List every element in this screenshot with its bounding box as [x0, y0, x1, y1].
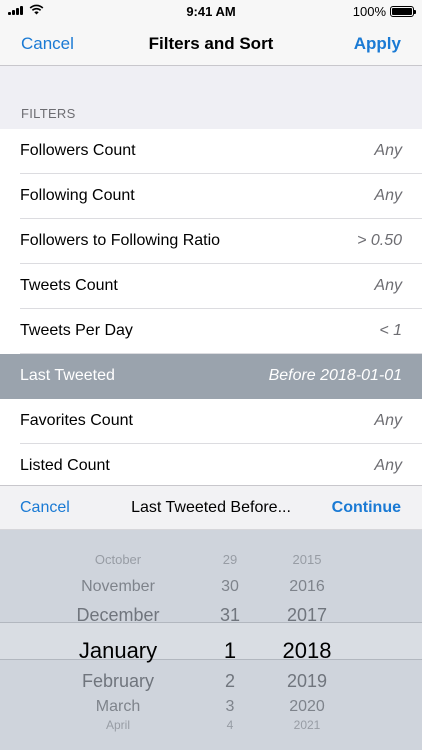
picker-month-option[interactable]: February [58, 671, 178, 692]
filter-label: Following Count [20, 187, 135, 204]
picker-month-option[interactable]: March [58, 698, 178, 716]
picker-toolbar: Cancel Last Tweeted Before... Continue [0, 485, 422, 530]
filter-value: Any [374, 277, 402, 294]
status-bar: 9:41 AM 100% [0, 0, 422, 22]
picker-year-option[interactable]: 2017 [272, 605, 342, 626]
filter-row-following-count[interactable]: Following Count Any [0, 174, 422, 219]
picker-day-option[interactable]: 4 [200, 718, 260, 732]
filter-label: Tweets Per Day [20, 322, 133, 339]
filter-label: Listed Count [20, 457, 110, 474]
month-wheel[interactable]: October November December January Februa… [58, 530, 178, 750]
filter-row-followers-following-ratio[interactable]: Followers to Following Ratio > 0.50 [0, 219, 422, 264]
filter-label: Last Tweeted [20, 367, 115, 384]
picker-year-option[interactable]: 2020 [272, 698, 342, 716]
filter-label: Favorites Count [20, 412, 133, 429]
picker-day-selected[interactable]: 1 [200, 638, 260, 664]
date-picker: October November December January Februa… [0, 530, 422, 750]
filter-value: Any [374, 412, 402, 429]
picker-year-option[interactable]: 2021 [272, 718, 342, 732]
picker-day-option[interactable]: 3 [200, 698, 260, 716]
filter-row-favorites-count[interactable]: Favorites Count Any [0, 399, 422, 444]
picker-month-option[interactable]: November [58, 578, 178, 596]
year-wheel[interactable]: 2015 2016 2017 2018 2019 2020 2021 [272, 530, 342, 750]
filters-list: Followers Count Any Following Count Any … [0, 129, 422, 489]
picker-day-option[interactable]: 2 [200, 671, 260, 692]
filter-label: Followers to Following Ratio [20, 232, 221, 249]
battery-icon [390, 6, 416, 17]
picker-month-option[interactable]: April [58, 718, 178, 732]
picker-year-option[interactable]: 2019 [272, 671, 342, 692]
filters-section-header: FILTERS [21, 106, 76, 121]
status-right: 100% [352, 4, 416, 19]
picker-year-option[interactable]: 2016 [272, 578, 342, 596]
day-wheel[interactable]: 29 30 31 1 2 3 4 [200, 530, 260, 750]
battery-percentage: 100% [352, 4, 386, 19]
picker-day-option[interactable]: 29 [200, 552, 260, 567]
filter-label: Tweets Count [20, 277, 118, 294]
picker-month-option[interactable]: December [58, 605, 178, 626]
filter-value: Any [374, 187, 402, 204]
continue-button[interactable]: Continue [332, 499, 401, 517]
filter-row-listed-count[interactable]: Listed Count Any [0, 444, 422, 489]
filter-value: < 1 [379, 322, 402, 339]
filter-value: Any [374, 142, 402, 159]
picker-year-selected[interactable]: 2018 [272, 638, 342, 664]
filter-label: Followers Count [20, 142, 136, 159]
picker-day-option[interactable]: 30 [200, 578, 260, 596]
picker-month-selected[interactable]: January [58, 638, 178, 664]
filter-value: Before 2018-01-01 [268, 367, 402, 384]
filter-row-tweets-per-day[interactable]: Tweets Per Day < 1 [0, 309, 422, 354]
filter-row-followers-count[interactable]: Followers Count Any [0, 129, 422, 174]
filter-value: > 0.50 [357, 232, 402, 249]
apply-button[interactable]: Apply [354, 34, 401, 54]
navigation-bar: Cancel Filters and Sort Apply [0, 22, 422, 66]
picker-day-option[interactable]: 31 [200, 605, 260, 626]
picker-month-option[interactable]: October [58, 552, 178, 567]
picker-year-option[interactable]: 2015 [272, 552, 342, 567]
filter-row-tweets-count[interactable]: Tweets Count Any [0, 264, 422, 309]
filter-value: Any [374, 457, 402, 474]
filter-row-last-tweeted[interactable]: Last Tweeted Before 2018-01-01 [0, 354, 422, 399]
